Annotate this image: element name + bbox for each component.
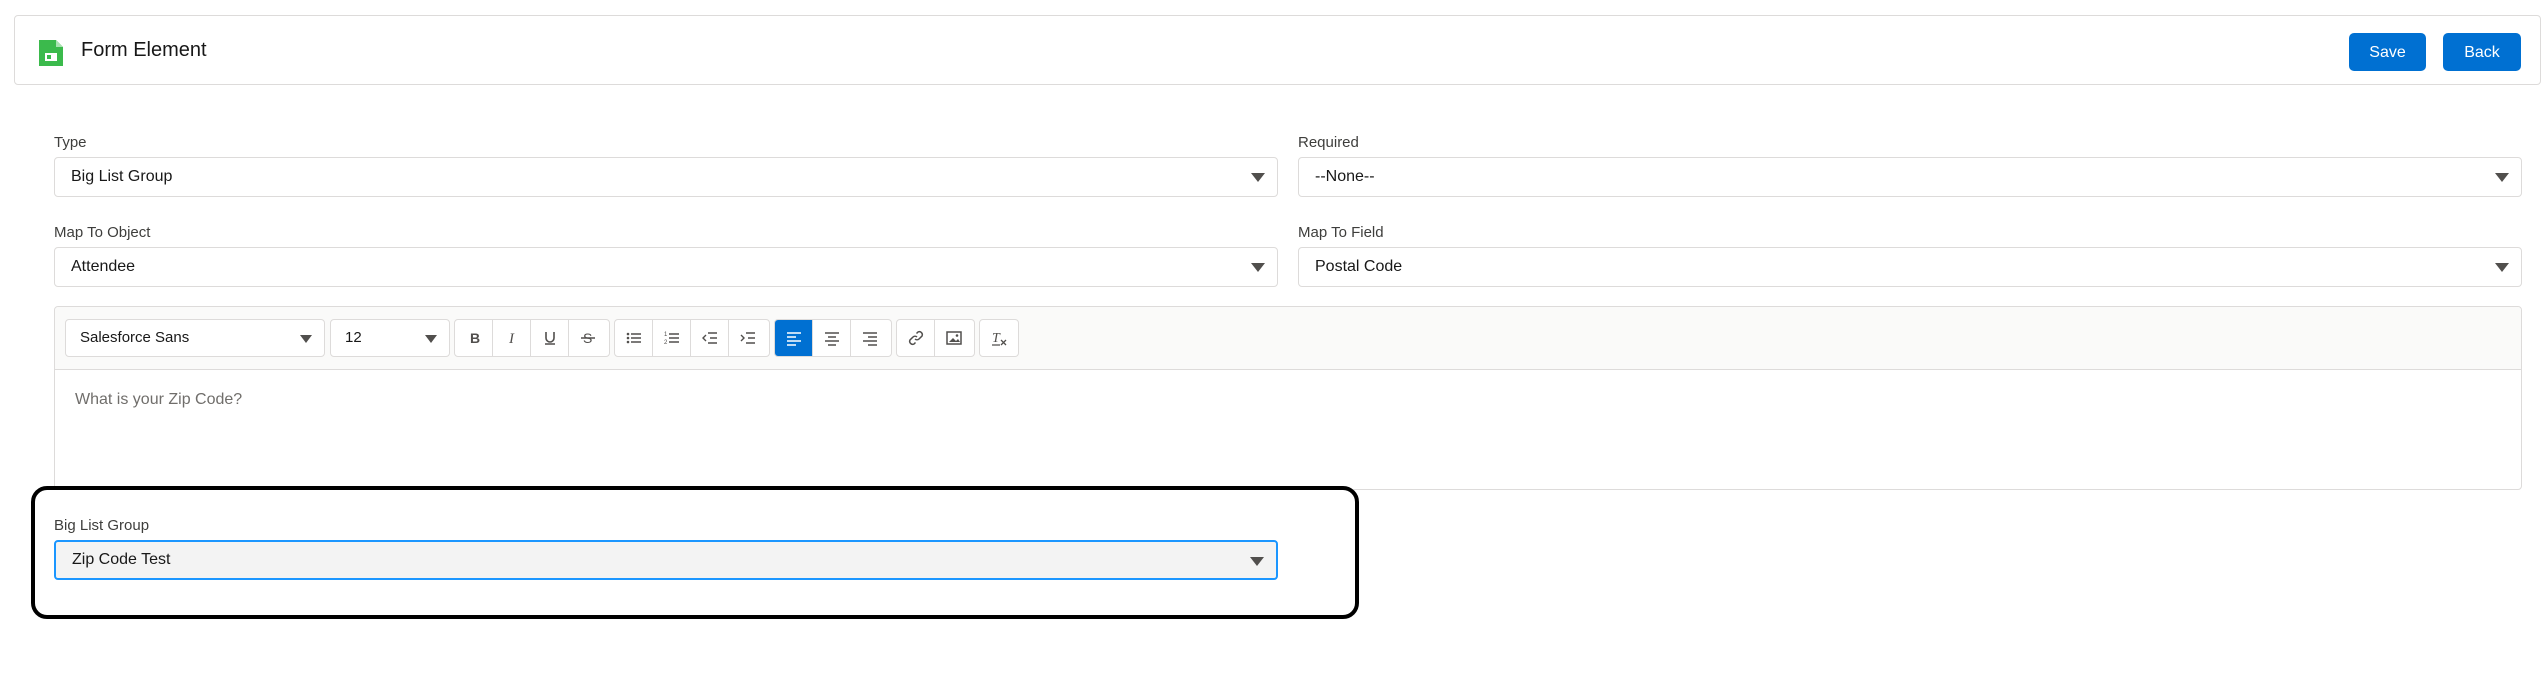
bullet-list-button[interactable]: [615, 320, 653, 356]
align-center-icon: [824, 332, 839, 346]
link-button[interactable]: [897, 320, 935, 356]
map-to-field-select[interactable]: Postal Code: [1298, 247, 2522, 287]
text-format-group: B I S: [454, 319, 610, 357]
map-to-object-select[interactable]: Attendee: [54, 247, 1278, 287]
svg-text:1: 1: [664, 332, 668, 338]
svg-text:I: I: [508, 331, 515, 347]
numbered-list-icon: 12: [664, 332, 679, 346]
big-list-group-label: Big List Group: [54, 517, 150, 534]
chevron-down-icon: [2495, 263, 2509, 272]
chevron-down-icon: [2495, 173, 2509, 182]
font-size-select[interactable]: 12: [330, 319, 450, 357]
page-title: Form Element: [81, 39, 207, 61]
svg-text:2: 2: [664, 340, 668, 346]
bullet-list-icon: [626, 332, 641, 344]
chevron-down-icon: [300, 335, 312, 343]
chevron-down-icon: [1251, 173, 1265, 182]
chevron-down-icon: [425, 335, 437, 343]
indent-button[interactable]: [729, 320, 767, 356]
underline-button[interactable]: [531, 320, 569, 356]
rich-text-editor: Salesforce Sans 12 B I S 1 2 T What is y…: [54, 306, 2522, 490]
required-value: --None--: [1315, 168, 1375, 185]
italic-icon: I: [508, 331, 515, 347]
map-to-field-value: Postal Code: [1315, 258, 1403, 275]
align-left-icon: [786, 332, 801, 346]
type-value: Big List Group: [71, 168, 173, 185]
chevron-down-icon: [1250, 557, 1264, 566]
link-icon: [908, 330, 923, 346]
clear-formatting-button[interactable]: T: [980, 320, 1018, 356]
align-center-button[interactable]: [813, 320, 851, 356]
editor-toolbar: Salesforce Sans 12 B I S 1 2 T: [55, 307, 2521, 370]
strikethrough-button[interactable]: S: [569, 320, 607, 356]
map-to-object-label: Map To Object: [54, 224, 151, 241]
chevron-down-icon: [1251, 263, 1265, 272]
bold-icon: B: [470, 330, 480, 346]
image-button[interactable]: [935, 320, 973, 356]
editor-content[interactable]: What is your Zip Code?: [75, 391, 242, 409]
indent-icon: [740, 332, 755, 344]
alignment-group: [774, 319, 892, 357]
svg-text:B: B: [470, 330, 480, 346]
underline-icon: [544, 332, 555, 345]
outdent-icon: [701, 332, 717, 344]
type-select[interactable]: Big List Group: [54, 157, 1278, 197]
font-family-value: Salesforce Sans: [80, 329, 190, 346]
map-to-field-label: Map To Field: [1298, 224, 1384, 241]
font-family-select[interactable]: Salesforce Sans: [65, 319, 325, 357]
page-header: Form Element Save Back: [14, 15, 2541, 85]
clear-formatting-icon: T: [992, 331, 1007, 346]
outdent-button[interactable]: [691, 320, 729, 356]
list-indent-group: 12: [614, 319, 770, 357]
map-to-object-value: Attendee: [71, 258, 136, 275]
strikethrough-icon: S: [581, 330, 595, 346]
save-button[interactable]: Save: [2349, 33, 2426, 71]
required-select[interactable]: --None--: [1298, 157, 2522, 197]
svg-text:T: T: [992, 331, 1001, 346]
big-list-group-value: Zip Code Test: [72, 551, 171, 568]
insert-group: [896, 319, 975, 357]
form-document-icon: [39, 40, 63, 66]
align-left-button[interactable]: [775, 320, 813, 356]
back-button[interactable]: Back: [2443, 33, 2521, 71]
bold-button[interactable]: B: [455, 320, 493, 356]
clear-format-group: T: [979, 319, 1019, 357]
image-icon: [946, 331, 962, 345]
align-right-button[interactable]: [851, 320, 889, 356]
numbered-list-button[interactable]: 12: [653, 320, 691, 356]
italic-button[interactable]: I: [493, 320, 531, 356]
required-label: Required: [1298, 134, 1359, 151]
big-list-group-select[interactable]: Zip Code Test: [54, 540, 1278, 580]
type-label: Type: [54, 134, 87, 151]
font-size-value: 12: [345, 329, 362, 346]
align-right-icon: [863, 332, 877, 346]
